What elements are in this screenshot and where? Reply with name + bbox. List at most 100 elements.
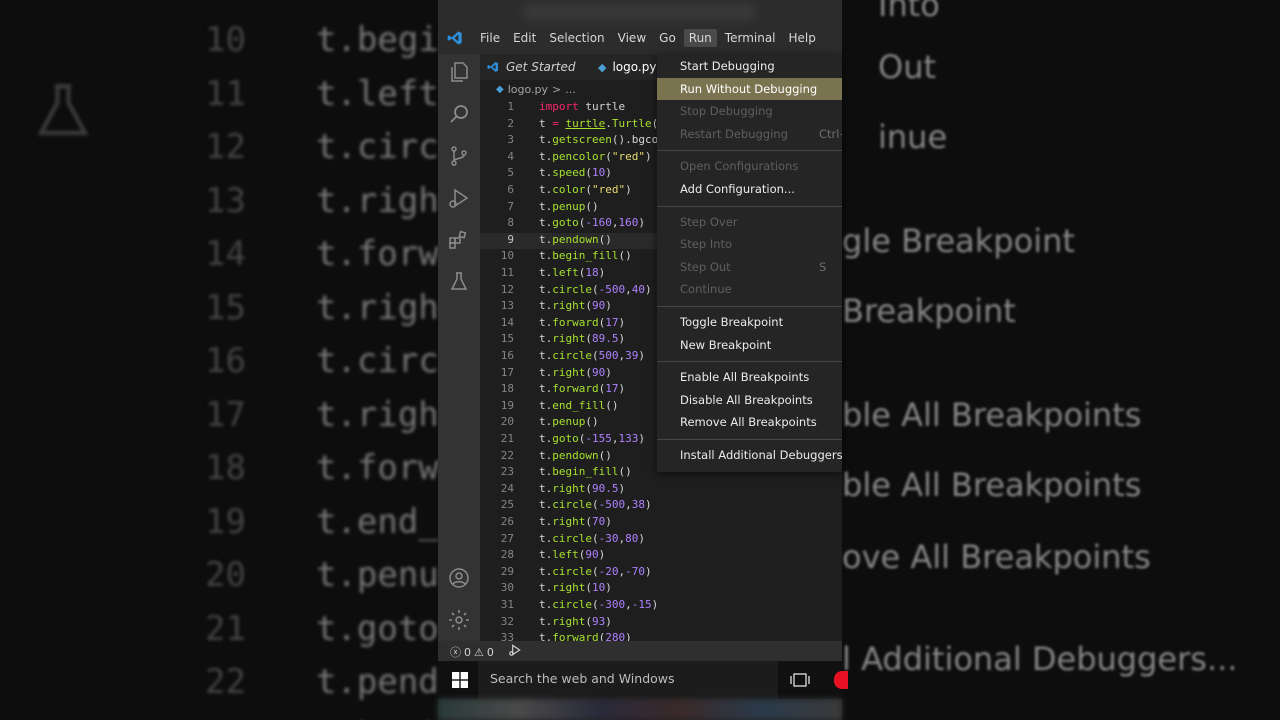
warning-count: 0 [486,645,494,659]
settings-gear-icon[interactable] [447,608,471,632]
run-menu-item-step-into: Step Into [657,233,842,255]
menu-item-label: Start Debugging [680,59,775,73]
tab-label: Get Started [506,60,576,74]
windows-start-icon[interactable] [452,672,468,688]
run-menu-item-run-without-debugging[interactable]: Run Without Debugging [657,77,842,100]
code-text: t.left(18) [539,266,606,279]
source-control-icon[interactable] [447,144,471,168]
code-text: t.penup() [539,415,599,429]
code-text: t.forward(17) [539,382,626,396]
code-text: t.right(90) [539,299,612,313]
line-number: 21 [500,432,514,445]
breadcrumb-more[interactable]: ... [565,83,576,96]
line-number: 31 [500,598,514,611]
menu-view[interactable]: View [613,29,651,47]
menu-item-label: Step Out [680,259,731,274]
menu-go[interactable]: Go [654,29,681,47]
search-icon[interactable] [447,102,471,126]
code-text: t.right(90) [539,365,612,379]
code-text: t.right(93) [539,614,612,628]
menu-item-label: Step Into [680,237,733,252]
menu-file[interactable]: File [475,29,505,47]
line-number: 24 [500,481,514,495]
menu-edit[interactable]: Edit [508,29,541,47]
code-line[interactable]: 27 t.circle(-30,80) [480,532,842,549]
menu-item-label: Stop Debugging [680,104,773,119]
run-debug-icon[interactable] [447,186,471,210]
code-text: t.circle(500,39) [539,349,645,362]
code-line[interactable]: 29 t.circle(-20,-70) [480,565,842,582]
code-line[interactable]: 31 t.circle(-300,-15) [480,598,842,615]
code-line[interactable]: 28 t.left(90) [480,548,842,565]
run-menu-item-step-out: Step Out S [657,256,842,278]
debug-status-icon[interactable] [508,643,522,657]
line-number: 1 [507,100,514,113]
run-menu-item-new-breakpoint[interactable]: New Breakpoint [657,334,842,356]
run-menu-item-remove-all-breakpoints[interactable]: Remove All Breakpoints [657,411,842,433]
run-menu-item-step-over: Step Over [657,211,842,233]
line-number: 33 [500,631,514,641]
line-number: 11 [500,266,514,279]
code-text: t.pendown() [539,232,612,246]
code-text: t.right(70) [539,515,612,528]
run-menu-item-add-configuration[interactable]: Add Configuration... [657,178,842,200]
menu-item-label: Open Configurations [680,159,799,174]
run-menu-item-enable-all-breakpoints[interactable]: Enable All Breakpoints [657,366,842,388]
error-count: 0 [464,645,471,659]
line-number: 19 [500,398,514,412]
error-icon: ⓧ [450,646,461,659]
run-menu-item-install-additional-debuggers[interactable]: Install Additional Debuggers... [657,444,842,466]
breadcrumb-separator: > [552,83,562,96]
line-number: 30 [500,581,514,595]
run-menu-dropdown: Start Debugging Run Without Debugging Stop… [657,54,842,472]
background-left: 10 t.begi 11 t.left 12 t.circ 13 t.righ 14 t.forw… [0,0,438,720]
line-number: 20 [500,415,514,429]
line-number: 18 [500,382,514,396]
vscode-logo-icon [447,31,462,45]
line-number: 4 [507,149,514,163]
line-number: 16 [500,349,514,362]
account-icon[interactable] [447,566,471,590]
tab-get-started[interactable]: Get Started [486,54,576,80]
menu-item-label: Restart Debugging [680,126,788,141]
windows-taskbar: Search the web and Windows [438,661,848,699]
code-line[interactable]: 26 t.right(70) [480,515,842,532]
testing-flask-icon[interactable] [447,270,471,294]
run-menu-item-toggle-breakpoint[interactable]: Toggle Breakpoint [657,311,842,333]
python-file-icon: ◆ [496,84,504,95]
menu-item-label: Step Over [680,214,738,229]
tab-label: logo.py [612,60,657,74]
extensions-icon[interactable] [447,228,471,252]
menu-run[interactable]: Run [683,29,717,47]
menu-item-shortcut: S [819,259,827,274]
line-number: 28 [500,548,514,562]
menu-separator [657,439,842,440]
vscode-tab-icon [487,62,498,72]
menu-help[interactable]: Help [784,29,821,47]
run-menu-item-open-configurations: Open Configurations [657,155,842,177]
app-icon[interactable] [834,671,848,689]
run-menu-item-start-debugging[interactable]: Start Debugging [657,55,842,77]
activity-bar [438,54,480,641]
menu-item-label: Remove All Breakpoints [680,415,817,430]
line-number: 17 [500,365,514,379]
code-line[interactable]: 32 t.right(93) [480,615,842,632]
code-line[interactable]: 24 t.right(90.5) [480,482,842,499]
run-menu-item-disable-all-breakpoints[interactable]: Disable All Breakpoints [657,389,842,411]
code-line[interactable]: 25 t.circle(-500,38) [480,498,842,515]
menu-terminal[interactable]: Terminal [720,29,781,47]
status-bar: ⓧ 0 ⚠ 0 [438,641,842,661]
menu-selection[interactable]: Selection [544,29,609,47]
tab-logo-py[interactable]: ◆ logo.py [598,54,656,80]
code-line[interactable]: 33 t.forward(280) [480,631,842,641]
problems-indicator[interactable]: ⓧ 0 ⚠ 0 [450,644,494,660]
task-view-icon[interactable] [790,671,810,689]
breadcrumb-file[interactable]: logo.py [508,83,548,96]
menu-item-label: Disable All Breakpoints [680,392,813,407]
code-line[interactable]: 30 t.right(10) [480,581,842,598]
taskbar-search-box[interactable]: Search the web and Windows [478,661,778,699]
line-number: 15 [500,332,514,346]
explorer-icon[interactable] [447,60,471,84]
code-text: t.end_fill() [539,398,619,412]
code-text: t.goto(-160,160) [539,216,645,230]
